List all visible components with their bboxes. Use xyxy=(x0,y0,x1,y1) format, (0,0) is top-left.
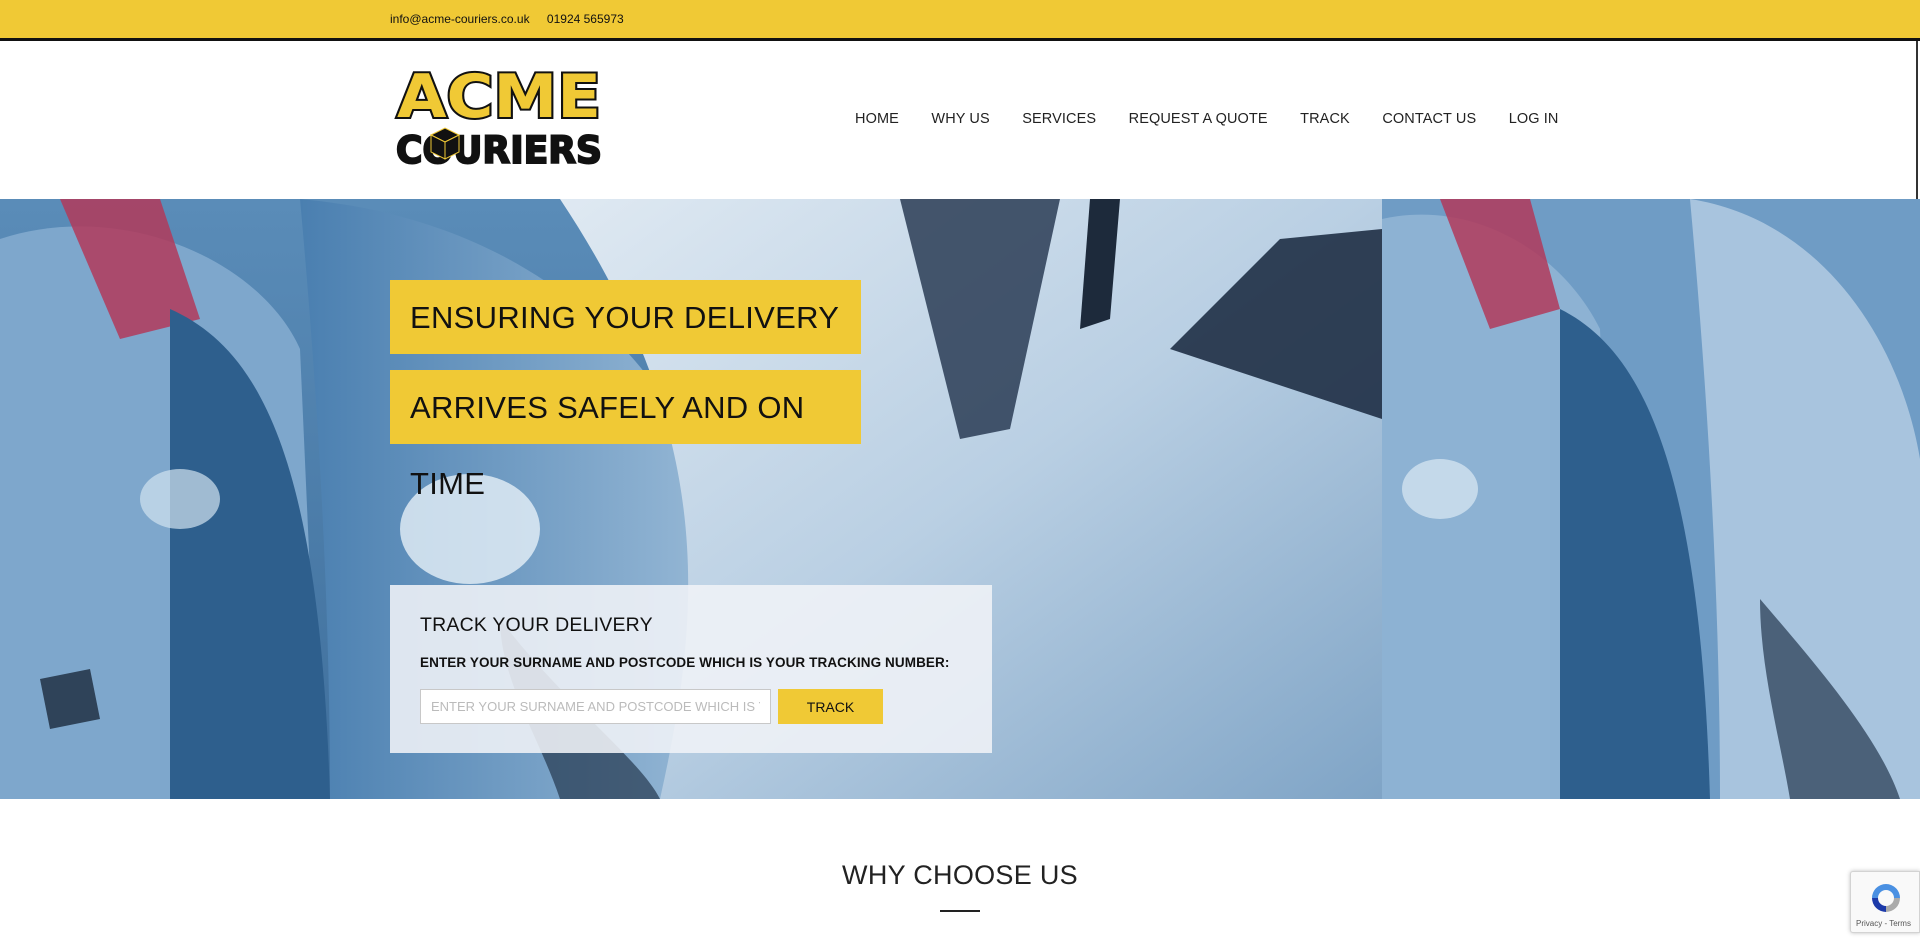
nav-log-in[interactable]: LOG IN xyxy=(1509,111,1559,127)
track-delivery-panel: TRACK YOUR DELIVERY ENTER YOUR SURNAME A… xyxy=(390,585,992,753)
site-header: ACME COURIERS HOME WHY US SERVICES REQUE… xyxy=(0,41,1920,199)
nav-contact-us[interactable]: CONTACT US xyxy=(1382,111,1476,127)
main-nav: HOME WHY US SERVICES REQUEST A QUOTE TRA… xyxy=(855,111,1558,127)
nav-home[interactable]: HOME xyxy=(855,111,899,127)
recaptcha-terms[interactable]: Privacy - Terms xyxy=(1856,919,1911,928)
nav-services[interactable]: SERVICES xyxy=(1022,111,1096,127)
nav-track[interactable]: TRACK xyxy=(1300,111,1350,127)
scrollbar-edge xyxy=(1916,41,1918,199)
recaptcha-badge[interactable]: Privacy - Terms xyxy=(1850,871,1920,933)
nav-request-a-quote[interactable]: REQUEST A QUOTE xyxy=(1129,111,1268,127)
track-button[interactable]: TRACK xyxy=(778,689,883,724)
logo-acme-text: ACME xyxy=(397,63,601,132)
track-heading: TRACK YOUR DELIVERY xyxy=(420,614,653,636)
heading-underline xyxy=(940,910,980,912)
hero-slogan-line-1: ENSURING YOUR DELIVERY xyxy=(390,280,861,354)
phone-link[interactable]: 01924 565973 xyxy=(547,12,624,26)
track-instruction: ENTER YOUR SURNAME AND POSTCODE WHICH IS… xyxy=(420,655,950,670)
tracking-number-input[interactable] xyxy=(420,689,771,724)
hero-slogan-line-2: ARRIVES SAFELY AND ON TIME xyxy=(390,370,861,501)
top-bar: info@acme-couriers.co.uk 01924 565973 xyxy=(0,0,1920,41)
why-choose-us-section: WHY CHOOSE US xyxy=(0,860,1920,912)
recaptcha-icon xyxy=(1872,884,1900,912)
contact-info: info@acme-couriers.co.uk 01924 565973 xyxy=(390,12,638,26)
nav-why-us[interactable]: WHY US xyxy=(931,111,989,127)
why-choose-us-heading: WHY CHOOSE US xyxy=(842,860,1078,890)
hero-banner: ENSURING YOUR DELIVERY ARRIVES SAFELY AN… xyxy=(0,199,1920,799)
acme-couriers-logo[interactable]: ACME COURIERS xyxy=(393,63,605,167)
email-link[interactable]: info@acme-couriers.co.uk xyxy=(390,12,530,26)
logo-couriers-text: COURIERS xyxy=(396,129,602,167)
logo-box-icon xyxy=(429,127,461,160)
